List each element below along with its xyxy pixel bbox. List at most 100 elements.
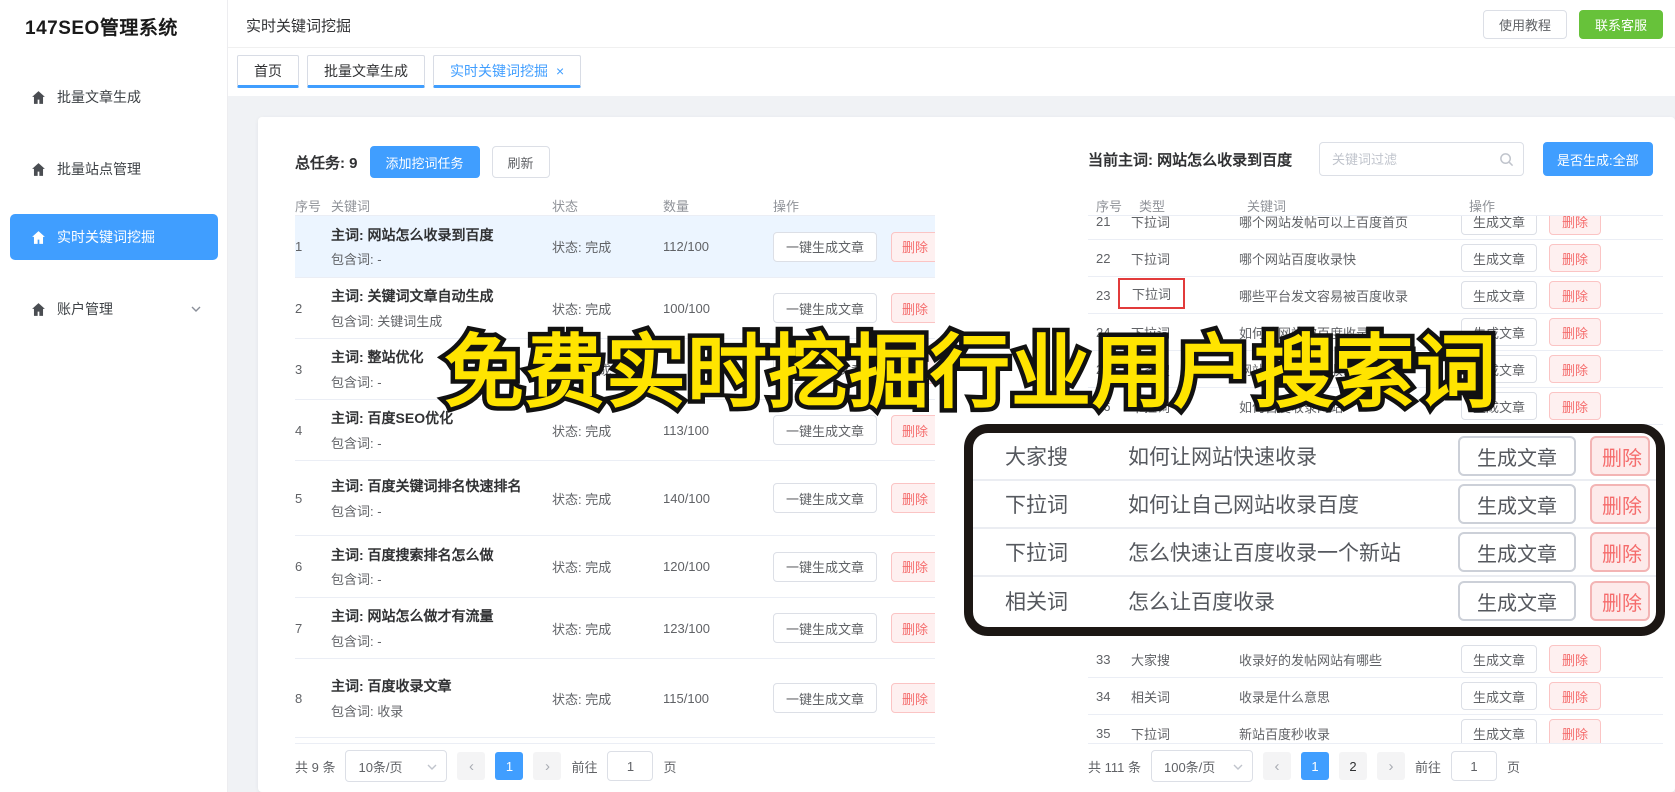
- type-highlight-box: 下拉词: [1118, 277, 1186, 309]
- keyword-row: 33 大家搜 收录好的发帖网站有哪些 生成文章 删除: [1088, 641, 1663, 678]
- delete-button[interactable]: 删除: [1549, 645, 1602, 673]
- actions-cell: 生成文章 删除: [1461, 719, 1602, 743]
- keyword-cell: 如何让网站快速收录: [1128, 446, 1317, 469]
- page-size-select[interactable]: 100条/页: [1150, 750, 1253, 782]
- next-page-button[interactable]: ›: [1376, 752, 1405, 780]
- type-cell: 相关词: [1005, 591, 1068, 614]
- tab-2[interactable]: 批量文章生成: [307, 55, 425, 88]
- generate-article-button[interactable]: 生成文章: [1461, 719, 1538, 743]
- delete-button[interactable]: 删除: [1549, 719, 1602, 743]
- page-number-button[interactable]: 1: [1300, 752, 1329, 780]
- count-cell: 113/100: [663, 422, 710, 438]
- page-number-button[interactable]: 1: [495, 752, 524, 780]
- pagination-total: 共 9 条: [295, 759, 336, 775]
- page-number-button[interactable]: 2: [1338, 752, 1367, 780]
- generate-article-button[interactable]: 一键生成文章: [773, 613, 878, 643]
- column-count: 数量: [663, 199, 690, 214]
- task-row: 7 主词: 网站怎么做才有流量 包含词: - 状态: 完成 123/100 一键生成文章删…: [295, 598, 935, 659]
- delete-button[interactable]: 删除: [1590, 484, 1650, 524]
- keyword-row: 35 下拉词 新站百度秒收录 生成文章 删除: [1088, 715, 1663, 743]
- refresh-button[interactable]: 刷新: [491, 146, 550, 178]
- keywords-pagination: 共 111 条 100条/页 ‹ 12 › 前往 页: [1088, 750, 1520, 782]
- main-term: 主词: 网站怎么做才有流量: [331, 608, 494, 625]
- current-term-label: 当前主词: 网站怎么收录到百度: [1088, 152, 1293, 169]
- generate-article-button[interactable]: 一键生成文章: [773, 683, 878, 713]
- sidebar-item-1[interactable]: 批量文章生成: [10, 76, 218, 118]
- generate-article-button[interactable]: 一键生成文章: [773, 231, 878, 262]
- delete-button[interactable]: 删除: [1549, 682, 1602, 710]
- sidebar-item-3[interactable]: 实时关键词挖掘: [10, 214, 218, 260]
- generate-article-button[interactable]: 生成文章: [1461, 682, 1538, 710]
- generate-article-button[interactable]: 一键生成文章: [773, 483, 878, 513]
- delete-button[interactable]: 删除: [891, 683, 935, 713]
- generate-article-button[interactable]: 生成文章: [1461, 281, 1538, 309]
- row-number: 33: [1096, 651, 1111, 667]
- add-task-button[interactable]: 添加挖词任务: [369, 146, 480, 178]
- actions-cell: 生成文章 删除: [1461, 244, 1602, 272]
- close-icon[interactable]: ×: [556, 64, 564, 78]
- tasks-toolbar: 总任务: 9 添加挖词任务 刷新: [295, 146, 550, 178]
- column-no: 序号: [1096, 199, 1123, 214]
- next-page-button[interactable]: ›: [533, 752, 562, 780]
- keyword-cell: 主词: 百度关键词排名快速排名 包含词: -: [331, 476, 552, 520]
- column-type: 类型: [1139, 199, 1166, 214]
- generate-article-button[interactable]: 生成文章: [1461, 645, 1538, 673]
- delete-button[interactable]: 删除: [1549, 355, 1602, 383]
- topbar-buttons: 使用教程 联系客服: [1482, 10, 1663, 39]
- delete-button[interactable]: 删除: [1549, 244, 1602, 272]
- status-cell: 状态: 完成: [552, 240, 612, 255]
- generate-article-button[interactable]: 生成文章: [1458, 581, 1576, 621]
- delete-button[interactable]: 删除: [891, 551, 935, 582]
- row-number: 35: [1096, 725, 1111, 741]
- delete-button[interactable]: 删除: [1549, 318, 1602, 346]
- task-row: 8 主词: 百度收录文章 包含词: 收录 状态: 完成 115/100 一键生成文章 删除: [295, 659, 935, 738]
- keyword-row: 22 下拉词 哪个网站百度收录快 生成文章 删除: [1088, 240, 1663, 277]
- generate-article-button[interactable]: 生成文章: [1461, 216, 1538, 235]
- zoom-inset-overlay: 大家搜 如何让网站快速收录 生成文章 删除 下拉词 如何让自己网站收录百度 生成文章 删除 下拉…: [964, 424, 1665, 636]
- total-tasks-count: 9: [349, 154, 358, 172]
- tab-1[interactable]: 首页: [237, 55, 299, 88]
- tutorial-button[interactable]: 使用教程: [1482, 10, 1567, 39]
- keyword-cell: 怎么让百度收录: [1128, 591, 1275, 614]
- delete-button[interactable]: 删除: [1549, 216, 1602, 235]
- generate-article-button[interactable]: 生成文章: [1458, 484, 1576, 524]
- delete-button[interactable]: 删除: [891, 613, 935, 643]
- page-size-select[interactable]: 10条/页: [345, 750, 448, 782]
- goto-page-input[interactable]: [607, 751, 654, 781]
- keyword-row: 34 相关词 收录是什么意思 生成文章 删除: [1088, 678, 1663, 715]
- delete-button[interactable]: 删除: [1549, 281, 1602, 309]
- delete-button[interactable]: 删除: [891, 231, 935, 262]
- contact-support-button[interactable]: 联系客服: [1578, 10, 1663, 39]
- home-icon: [30, 229, 47, 246]
- actions-cell: 生成文章 删除: [1461, 281, 1602, 309]
- sidebar-item-2[interactable]: 批量站点管理: [10, 148, 218, 190]
- generate-article-button[interactable]: 生成文章: [1461, 244, 1538, 272]
- actions-cell: 一键生成文章 删除: [773, 483, 935, 513]
- generate-state-button[interactable]: 是否生成:全部: [1543, 142, 1653, 176]
- generate-article-button[interactable]: 生成文章: [1458, 532, 1576, 572]
- tab-3[interactable]: 实时关键词挖掘 ×: [433, 55, 582, 88]
- column-keyword: 关键词: [1247, 199, 1287, 214]
- page-title: 实时关键词挖掘: [246, 18, 352, 35]
- generate-article-button[interactable]: 一键生成文章: [773, 551, 878, 582]
- sidebar-item-4[interactable]: 账户管理: [10, 288, 218, 330]
- delete-button[interactable]: 删除: [1590, 581, 1650, 621]
- delete-button[interactable]: 删除: [1590, 436, 1650, 476]
- keywords-table-header: 序号 类型 关键词 操作: [1088, 196, 1663, 214]
- generate-article-button[interactable]: 生成文章: [1458, 436, 1576, 476]
- goto-page-input[interactable]: [1451, 751, 1497, 781]
- type-cell: 下拉词: [1118, 277, 1239, 309]
- sidebar-item-label: 批量文章生成: [57, 89, 141, 105]
- delete-button[interactable]: 删除: [1590, 532, 1650, 572]
- keyword-filter-input[interactable]: [1330, 143, 1490, 175]
- keyword-cell: 新站百度秒收录: [1239, 726, 1331, 742]
- page-unit-label: 页: [1507, 759, 1521, 775]
- goto-label: 前往: [571, 759, 598, 775]
- goto-label: 前往: [1414, 759, 1441, 775]
- prev-page-button[interactable]: ‹: [457, 752, 486, 780]
- task-row: 5 主词: 百度关键词排名快速排名 包含词: - 状态: 完成 140/100 一键生成文…: [295, 461, 935, 536]
- type-cell: 相关词: [1131, 689, 1171, 705]
- delete-button[interactable]: 删除: [1549, 392, 1602, 420]
- prev-page-button[interactable]: ‹: [1262, 752, 1291, 780]
- delete-button[interactable]: 删除: [891, 483, 935, 513]
